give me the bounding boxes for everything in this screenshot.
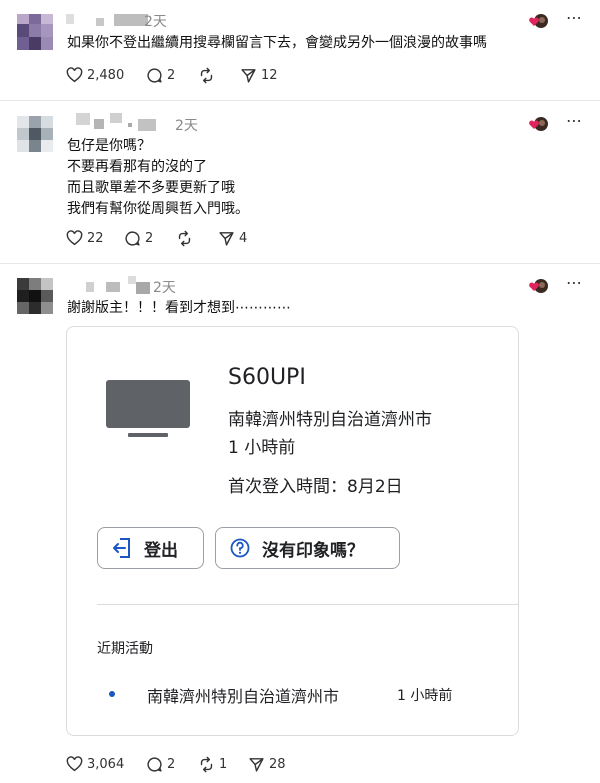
activity-dot — [109, 691, 115, 697]
unfamiliar-button[interactable]: 沒有印象嗎？ — [215, 527, 400, 569]
repost-button[interactable]: 1 — [198, 754, 227, 774]
comment-count: 2 — [167, 756, 176, 772]
post-2: 2天 ⋯ 包仔是你嗎？ 不要再看那有的沒的了 而且歌單差不多要更新了哦 我們有幫… — [0, 101, 600, 263]
device-name: S60UPI — [228, 365, 306, 390]
post-text: 謝謝版主！！！看到才想到⋯⋯⋯⋯ — [67, 300, 291, 316]
avatar[interactable] — [17, 14, 53, 50]
recent-activity-title: 近期活動 — [97, 641, 153, 657]
comment-count: 2 — [167, 67, 176, 83]
post-time: 2天 — [153, 280, 176, 296]
repost-icon — [200, 756, 213, 772]
repost-button[interactable] — [176, 228, 197, 248]
card-divider — [97, 604, 518, 605]
heart-icon — [66, 67, 83, 83]
unfamiliar-label: 沒有印象嗎？ — [262, 540, 364, 561]
heart-avatar-icon — [529, 279, 548, 293]
heart-icon — [66, 756, 83, 772]
logout-label: 登出 — [144, 540, 178, 561]
post-actions: 2,480 2 12 — [66, 65, 326, 85]
send-icon — [219, 231, 234, 246]
send-icon — [241, 68, 256, 83]
post-text: 包仔是你嗎？ 不要再看那有的沒的了 而且歌單差不多要更新了哦 我們有幫你從周興哲… — [67, 138, 249, 217]
like-button[interactable]: 3,064 — [66, 754, 124, 774]
heart-avatar-icon — [529, 14, 548, 28]
share-count: 4 — [239, 230, 248, 246]
comment-button[interactable]: 2 — [146, 65, 175, 85]
recent-time: 1 小時前 — [397, 688, 453, 704]
help-icon — [230, 538, 250, 558]
send-icon — [249, 757, 264, 772]
share-button[interactable]: 12 — [240, 65, 278, 85]
username-redacted[interactable] — [66, 12, 148, 30]
heart-avatar-icon — [529, 117, 548, 131]
post-time: 2天 — [175, 118, 198, 134]
post-actions: 22 2 4 — [66, 228, 286, 248]
share-count: 12 — [261, 67, 278, 83]
first-login-time: 首次登入時間：8月2日 — [228, 477, 403, 497]
device-time-ago: 1 小時前 — [228, 438, 296, 458]
heart-icon — [66, 230, 83, 246]
logout-icon — [113, 538, 130, 558]
like-button[interactable]: 22 — [66, 228, 104, 248]
username-redacted[interactable] — [66, 113, 166, 131]
share-button[interactable]: 4 — [218, 228, 247, 248]
comment-button[interactable]: 2 — [146, 754, 175, 774]
repost-icon — [178, 230, 191, 246]
post-text: 如果你不登出繼續用搜尋欄留言下去，會變成另外一個浪漫的故事嗎 — [67, 35, 487, 51]
comment-count: 2 — [145, 230, 154, 246]
device-location: 南韓濟州特別自治道濟州市 — [228, 410, 432, 430]
device-login-card[interactable]: S60UPI 南韓濟州特別自治道濟州市 1 小時前 首次登入時間：8月2日 登出… — [66, 326, 519, 736]
repost-icon — [200, 67, 213, 83]
post-actions: 3,064 2 1 28 — [66, 754, 326, 774]
share-button[interactable]: 28 — [248, 754, 286, 774]
comment-bubble-icon — [147, 67, 162, 83]
username-redacted[interactable] — [66, 276, 156, 294]
like-button[interactable]: 2,480 — [66, 65, 124, 85]
like-count: 22 — [87, 230, 104, 246]
more-icon[interactable]: ⋯ — [566, 8, 583, 27]
comment-bubble-icon — [125, 230, 140, 246]
comment-button[interactable]: 2 — [124, 228, 153, 248]
post-time: 2天 — [144, 14, 167, 30]
recent-location: 南韓濟州特別自治道濟州市 — [147, 687, 340, 706]
tv-icon — [106, 380, 190, 437]
logout-button[interactable]: 登出 — [97, 527, 204, 569]
more-icon[interactable]: ⋯ — [566, 273, 583, 292]
share-count: 28 — [269, 756, 286, 772]
avatar[interactable] — [17, 116, 53, 152]
repost-button[interactable] — [198, 65, 219, 85]
like-count: 3,064 — [87, 756, 125, 772]
repost-count: 1 — [219, 756, 228, 772]
like-count: 2,480 — [87, 67, 125, 83]
avatar[interactable] — [17, 278, 53, 314]
more-icon[interactable]: ⋯ — [566, 111, 583, 130]
comment-bubble-icon — [147, 756, 162, 772]
post-1: 2天 ⋯ 如果你不登出繼續用搜尋欄留言下去，會變成另外一個浪漫的故事嗎 2,48… — [0, 0, 600, 100]
